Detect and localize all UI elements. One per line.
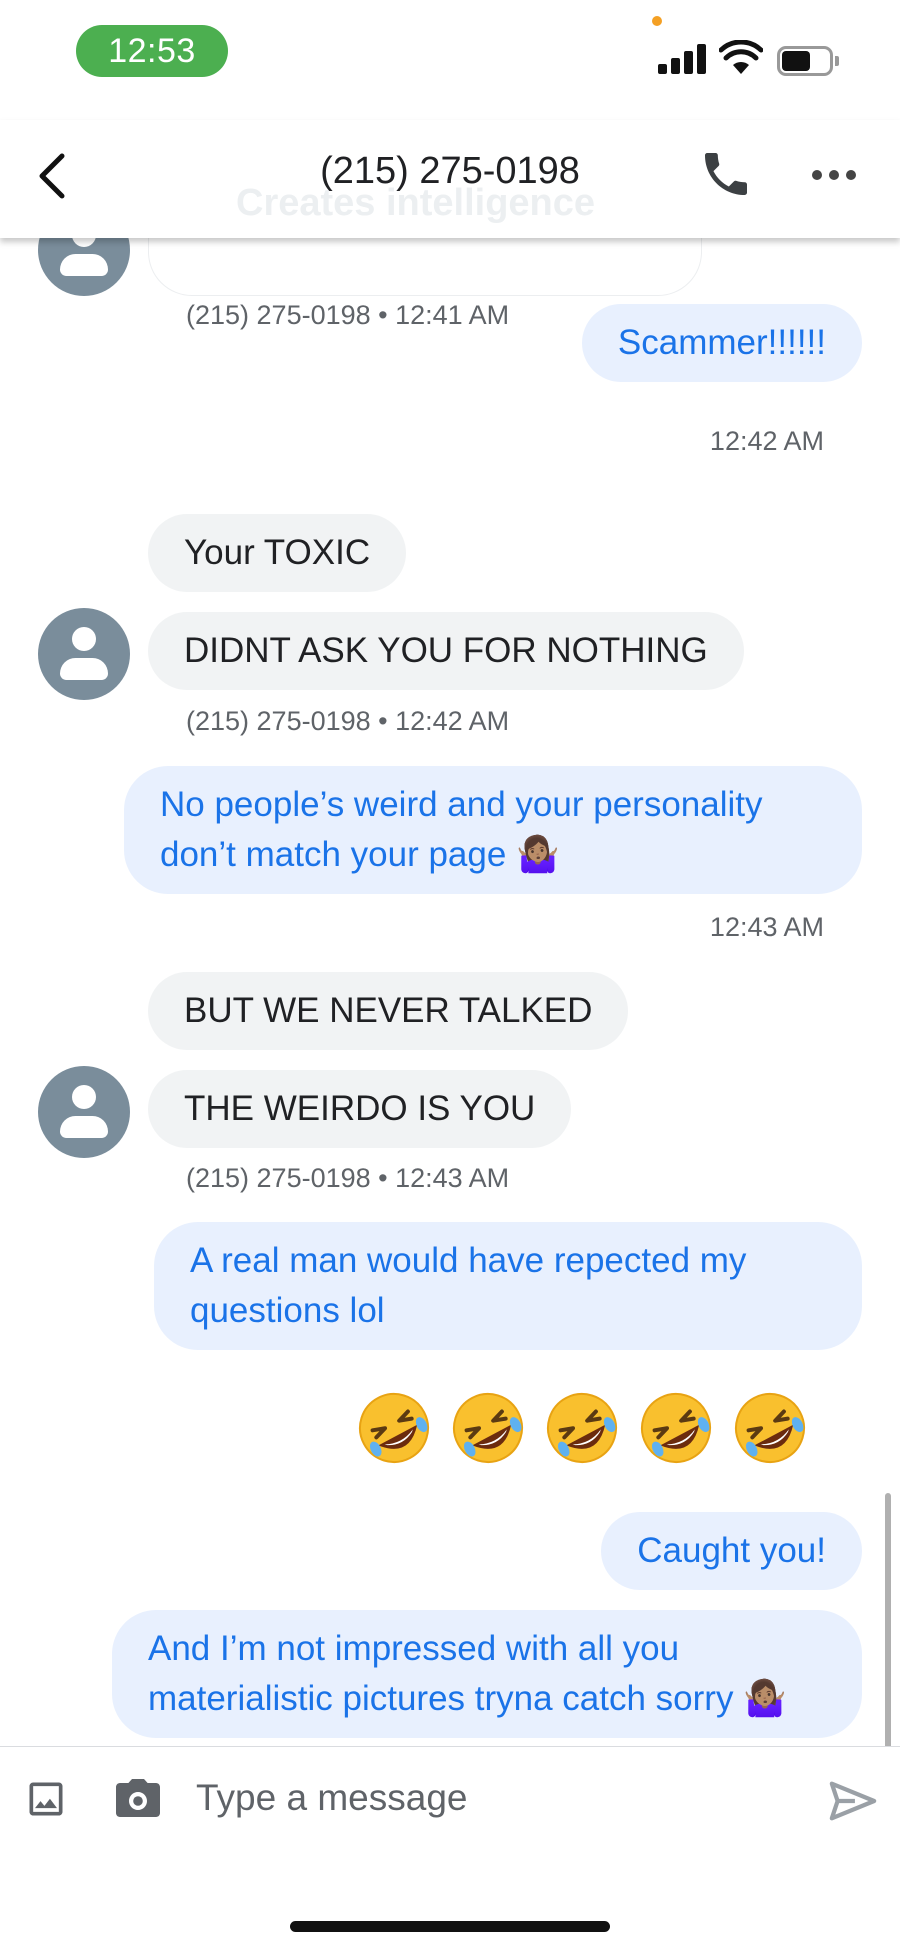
phone-icon[interactable] (698, 146, 754, 202)
incoming-message[interactable]: BUT WE NEVER TALKED (148, 972, 629, 1050)
incoming-message[interactable]: DIDNT ASK YOU FOR NOTHING (148, 612, 744, 690)
emoji-message[interactable]: 🤣🤣🤣🤣🤣 (354, 1388, 824, 1474)
conversation-title: (215) 275-0198 (320, 150, 580, 192)
incoming-message[interactable] (148, 238, 702, 296)
message-meta: 12:42 AM (709, 426, 824, 456)
contact-avatar[interactable] (38, 608, 130, 700)
outgoing-message[interactable]: No people’s weird and your personality d… (124, 766, 862, 894)
message-meta: 12:43 AM (709, 912, 824, 942)
outgoing-message[interactable]: Scammer!!!!!! (581, 304, 862, 382)
outgoing-message[interactable]: A real man would have repected my questi… (154, 1222, 862, 1350)
rofl-emoji-icon (735, 1393, 805, 1463)
back-button[interactable] (28, 148, 74, 204)
outgoing-message[interactable]: And I’m not impressed with all you mater… (112, 1610, 862, 1738)
status-time: 12:53 (76, 25, 228, 77)
more-options-button[interactable] (812, 170, 856, 182)
status-bar: 12:53 (0, 0, 900, 120)
message-composer (0, 1746, 900, 1947)
message-meta: (215) 275-0198 • 12:42 AM (186, 706, 510, 736)
incoming-message[interactable]: Your TOXIC (148, 514, 407, 592)
rofl-emoji-icon (547, 1393, 617, 1463)
message-input[interactable] (196, 1763, 796, 1833)
message-meta: (215) 275-0198 • 12:41 AM (186, 300, 510, 330)
home-indicator[interactable] (290, 1921, 610, 1932)
incoming-message[interactable]: THE WEIRDO IS YOU (148, 1070, 572, 1148)
contact-avatar[interactable] (38, 238, 130, 296)
privacy-indicator-dot (652, 16, 662, 26)
image-icon[interactable] (24, 1777, 68, 1821)
rofl-emoji-icon (359, 1393, 429, 1463)
scrollbar[interactable] (885, 1493, 891, 1746)
rofl-emoji-icon (641, 1393, 711, 1463)
battery-icon (777, 46, 839, 76)
message-meta: (215) 275-0198 • 12:43 AM (186, 1163, 510, 1193)
conversation-header: Creates intelligence (215) 275-0198 (0, 120, 900, 238)
cellular-signal-icon (658, 44, 706, 74)
message-list[interactable]: (215) 275-0198 • 12:41 AM Scammer!!!!!! … (0, 238, 900, 1746)
send-icon[interactable] (828, 1779, 878, 1823)
outgoing-message[interactable]: Caught you! (601, 1512, 862, 1590)
rofl-emoji-icon (453, 1393, 523, 1463)
camera-icon[interactable] (114, 1777, 162, 1821)
contact-avatar[interactable] (38, 1066, 130, 1158)
wifi-icon (719, 40, 763, 74)
chevron-left-icon (39, 153, 65, 199)
